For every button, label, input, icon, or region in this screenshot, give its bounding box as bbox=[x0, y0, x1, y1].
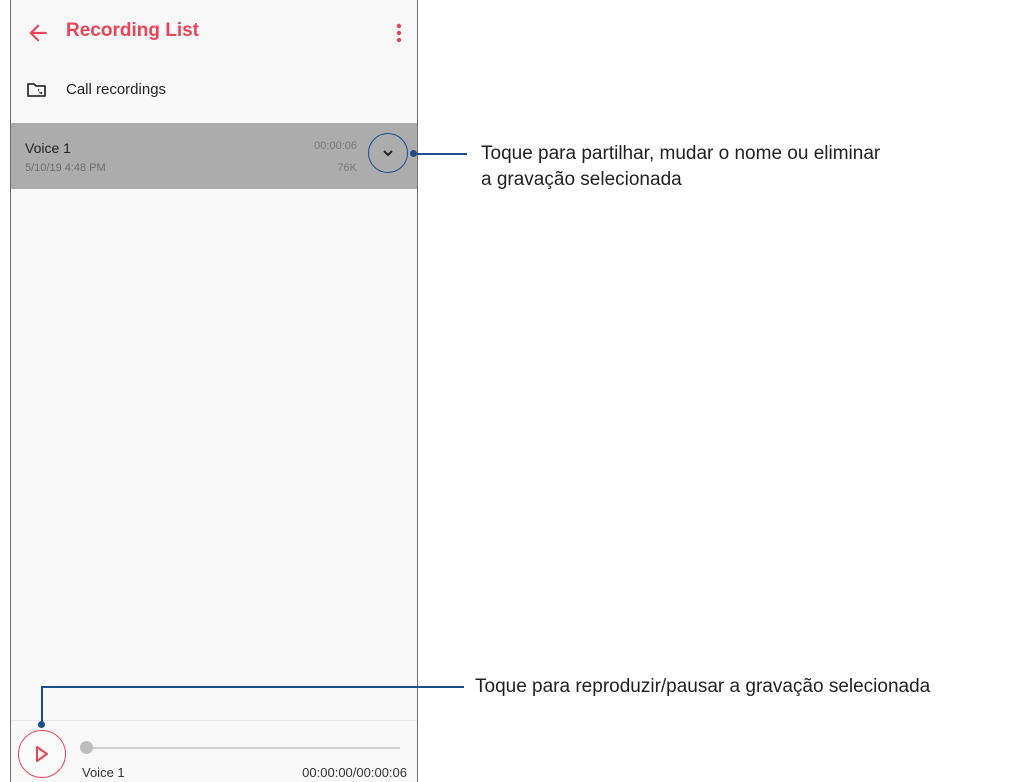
folder-label: Call recordings bbox=[66, 81, 167, 98]
expand-options-button[interactable] bbox=[368, 133, 408, 173]
call-recordings-folder[interactable]: Call recordings bbox=[11, 70, 417, 110]
progress-thumb[interactable] bbox=[80, 741, 93, 754]
page-title: Recording List bbox=[66, 20, 200, 41]
callout-line-expand bbox=[414, 153, 467, 155]
recording-duration: 00:00:06 bbox=[314, 140, 357, 152]
callout-expand-line1: Toque para partilhar, mudar o nome ou el… bbox=[481, 143, 881, 164]
arrow-left-icon bbox=[29, 24, 47, 42]
callout-play-text: Toque para reproduzir/pausar a gravação … bbox=[475, 676, 931, 697]
play-icon bbox=[36, 746, 48, 762]
progress-track[interactable] bbox=[90, 747, 400, 749]
callout-vline-play bbox=[41, 687, 43, 723]
play-pause-button[interactable] bbox=[18, 730, 66, 778]
player-bar: Voice 1 00:00:00/00:00:06 bbox=[11, 720, 417, 782]
player-recording-name: Voice 1 bbox=[82, 765, 125, 780]
recording-name: Voice 1 bbox=[25, 140, 71, 156]
back-button[interactable] bbox=[25, 20, 51, 46]
app-bar: Recording List bbox=[11, 0, 417, 64]
folder-call-icon bbox=[26, 79, 48, 101]
more-vertical-icon bbox=[396, 23, 402, 43]
chevron-down-icon bbox=[383, 150, 393, 157]
more-options-button[interactable] bbox=[389, 20, 409, 46]
recording-size: 76K bbox=[337, 162, 357, 174]
recording-date: 5/10/19 4:48 PM bbox=[25, 162, 106, 174]
phone-screen: Recording List Call recordings Voice 1 5… bbox=[10, 0, 418, 782]
recording-list-item[interactable]: Voice 1 5/10/19 4:48 PM 00:00:06 76K bbox=[11, 123, 417, 189]
player-time: 00:00:00/00:00:06 bbox=[302, 765, 407, 780]
callout-line-play bbox=[41, 686, 464, 688]
callout-expand-line2: a gravação selecionada bbox=[481, 169, 682, 190]
callout-expand-text: Toque para partilhar, mudar o nome ou el… bbox=[481, 141, 880, 193]
